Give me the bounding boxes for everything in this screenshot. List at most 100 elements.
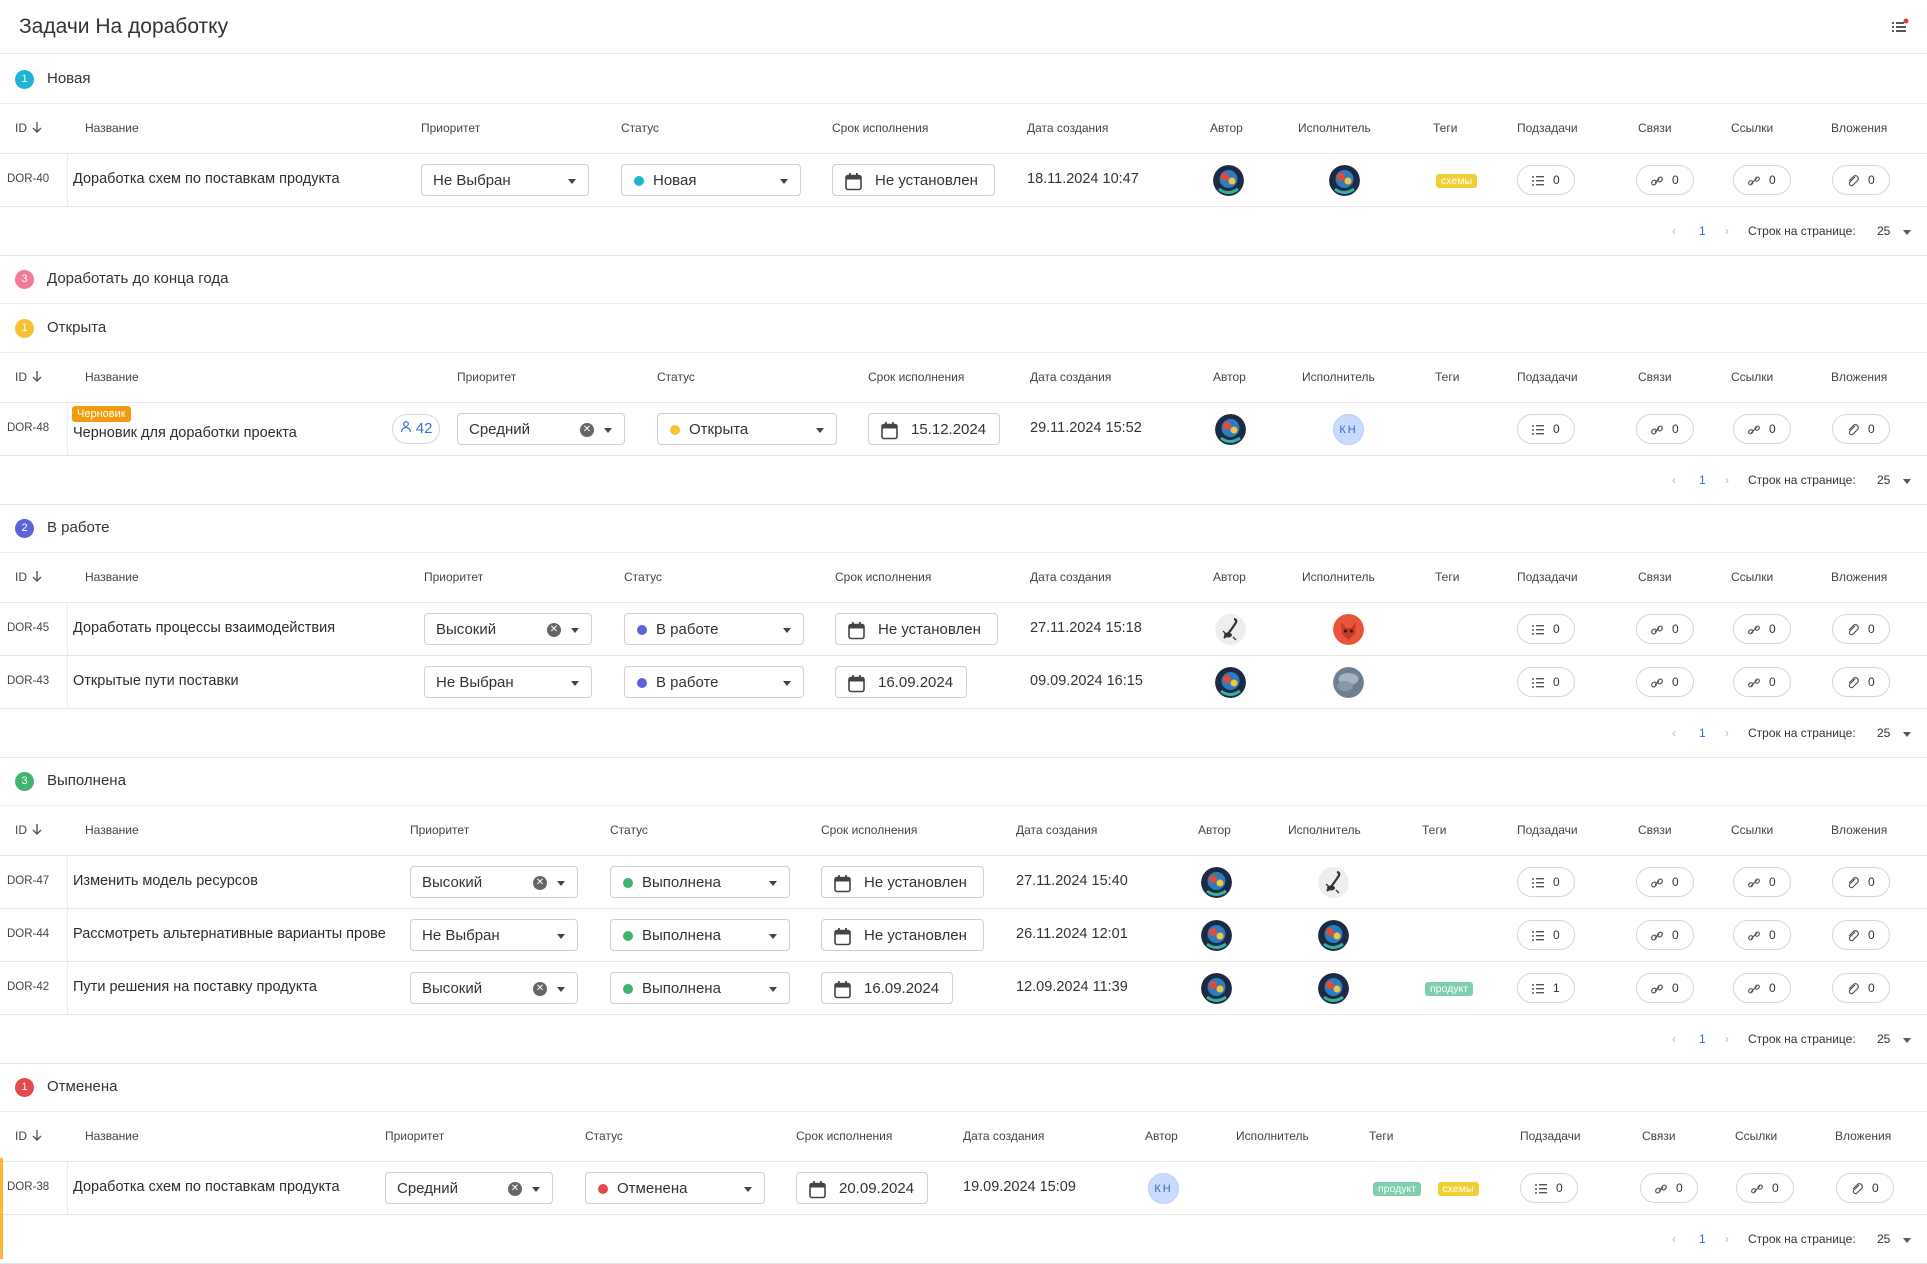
table-row[interactable]: DOR-40 Доработка схем по поставкам продук… <box>0 154 1927 207</box>
column-header-attachments[interactable]: Вложения <box>1831 823 1887 837</box>
task-id[interactable]: DOR-42 <box>7 981 49 993</box>
table-row[interactable]: DOR-44 Рассмотреть альтернативные вариант… <box>0 909 1927 962</box>
attachments-counter[interactable]: 0 <box>1832 973 1890 1003</box>
status-select[interactable]: Выполнена <box>610 919 790 951</box>
priority-select[interactable]: Высокий ✕ <box>410 866 578 898</box>
column-header-assignee[interactable]: Исполнитель <box>1288 823 1361 837</box>
page-number[interactable]: 1 <box>1699 726 1706 740</box>
priority-select[interactable]: Не Выбран <box>410 919 578 951</box>
task-id[interactable]: DOR-38 <box>7 1181 49 1193</box>
task-name[interactable]: Доработать процессы взаимодействия <box>73 620 335 636</box>
column-header-status[interactable]: Статус <box>610 823 648 837</box>
sort-icon[interactable] <box>31 570 43 585</box>
column-header-subtasks[interactable]: Подзадачи <box>1517 370 1578 384</box>
chevron-down-icon[interactable] <box>1903 732 1911 737</box>
column-header-created[interactable]: Дата создания <box>963 1129 1044 1143</box>
deadline-picker[interactable]: 15.12.2024 <box>868 413 1000 445</box>
prev-page-button[interactable]: ‹ <box>1672 473 1676 487</box>
assignee-fox-avatar[interactable] <box>1333 614 1364 645</box>
task-name[interactable]: Доработка схем по поставкам продукта <box>73 1179 340 1195</box>
status-select[interactable]: В работе <box>624 666 804 698</box>
column-header-links[interactable]: Связи <box>1638 823 1672 837</box>
column-header-id[interactable]: ID <box>15 823 43 838</box>
tag-badge[interactable]: схемы <box>1436 174 1477 188</box>
task-name[interactable]: Черновик для доработки проекта <box>73 425 297 441</box>
column-header-subtasks[interactable]: Подзадачи <box>1517 121 1578 135</box>
watchers-chip[interactable]: 42 <box>392 414 440 444</box>
task-id[interactable]: DOR-43 <box>7 675 49 687</box>
links-counter[interactable]: 0 <box>1640 1173 1698 1203</box>
subtasks-counter[interactable]: 1 <box>1517 973 1575 1003</box>
assignee-cloud-avatar[interactable] <box>1333 667 1364 698</box>
priority-select[interactable]: Не Выбран <box>424 666 592 698</box>
sort-icon[interactable] <box>31 370 43 385</box>
deadline-picker[interactable]: 16.09.2024 <box>835 666 967 698</box>
author-robot-avatar[interactable] <box>1213 165 1244 196</box>
group-header-backlog[interactable]: 3 Доработать до конца года <box>0 255 1927 304</box>
table-row[interactable]: DOR-47 Изменить модель ресурсов Высокий ✕ Вы… <box>0 856 1927 909</box>
column-header-name[interactable]: Название <box>85 121 139 135</box>
refs-counter[interactable]: 0 <box>1736 1173 1794 1203</box>
column-header-attachments[interactable]: Вложения <box>1831 370 1887 384</box>
column-header-author[interactable]: Автор <box>1210 121 1243 135</box>
links-counter[interactable]: 0 <box>1636 414 1694 444</box>
column-header-refs[interactable]: Ссылки <box>1731 370 1773 384</box>
group-header-cancel[interactable]: 1 Отменена <box>0 1063 1927 1112</box>
column-header-tags[interactable]: Теги <box>1433 121 1457 135</box>
column-header-attachments[interactable]: Вложения <box>1835 1129 1891 1143</box>
column-header-id[interactable]: ID <box>15 570 43 585</box>
clear-icon[interactable]: ✕ <box>547 623 561 637</box>
column-header-links[interactable]: Связи <box>1638 570 1672 584</box>
refs-counter[interactable]: 0 <box>1733 973 1791 1003</box>
assignee-robot-avatar[interactable] <box>1318 973 1349 1004</box>
deadline-picker[interactable]: Не установлен <box>832 164 995 196</box>
deadline-picker[interactable]: Не установлен <box>821 866 984 898</box>
column-header-tags[interactable]: Теги <box>1369 1129 1393 1143</box>
group-header-inwork[interactable]: 2 В работе <box>0 504 1927 553</box>
tag-badge[interactable]: схемы <box>1437 1182 1479 1196</box>
column-header-refs[interactable]: Ссылки <box>1731 121 1773 135</box>
sort-icon[interactable] <box>31 1129 43 1144</box>
next-page-button[interactable]: › <box>1725 726 1729 740</box>
column-header-name[interactable]: Название <box>85 1129 139 1143</box>
attachments-counter[interactable]: 0 <box>1832 667 1890 697</box>
prev-page-button[interactable]: ‹ <box>1672 224 1676 238</box>
refs-counter[interactable]: 0 <box>1733 414 1791 444</box>
task-name[interactable]: Пути решения на поставку продукта <box>73 979 317 995</box>
task-name[interactable]: Доработка схем по поставкам продукта <box>73 171 340 187</box>
table-row[interactable]: DOR-45 Доработать процессы взаимодействия… <box>0 603 1927 656</box>
attachments-counter[interactable]: 0 <box>1832 165 1890 195</box>
column-header-subtasks[interactable]: Подзадачи <box>1520 1129 1581 1143</box>
task-name[interactable]: Открытые пути поставки <box>73 673 239 689</box>
sort-icon[interactable] <box>31 823 43 838</box>
author-robot-avatar[interactable] <box>1215 667 1246 698</box>
refs-counter[interactable]: 0 <box>1733 667 1791 697</box>
attachments-counter[interactable]: 0 <box>1832 867 1890 897</box>
subtasks-counter[interactable]: 0 <box>1520 1173 1578 1203</box>
column-header-priority[interactable]: Приоритет <box>457 370 516 384</box>
rows-per-page-select[interactable]: 25 <box>1877 726 1890 740</box>
column-header-assignee[interactable]: Исполнитель <box>1302 570 1375 584</box>
column-header-created[interactable]: Дата создания <box>1027 121 1108 135</box>
list-settings-icon[interactable] <box>1891 18 1909 36</box>
prev-page-button[interactable]: ‹ <box>1672 1032 1676 1046</box>
rows-per-page-select[interactable]: 25 <box>1877 1232 1890 1246</box>
column-header-attachments[interactable]: Вложения <box>1831 570 1887 584</box>
clear-icon[interactable]: ✕ <box>533 876 547 890</box>
column-header-priority[interactable]: Приоритет <box>385 1129 444 1143</box>
subtasks-counter[interactable]: 0 <box>1517 867 1575 897</box>
clear-icon[interactable]: ✕ <box>533 982 547 996</box>
page-number[interactable]: 1 <box>1699 1232 1706 1246</box>
next-page-button[interactable]: › <box>1725 224 1729 238</box>
links-counter[interactable]: 0 <box>1636 667 1694 697</box>
column-header-links[interactable]: Связи <box>1638 121 1672 135</box>
group-header-done[interactable]: 3 Выполнена <box>0 757 1927 806</box>
column-header-tags[interactable]: Теги <box>1435 570 1459 584</box>
column-header-refs[interactable]: Ссылки <box>1735 1129 1777 1143</box>
column-header-links[interactable]: Связи <box>1642 1129 1676 1143</box>
status-select[interactable]: Отменена <box>585 1172 765 1204</box>
attachments-counter[interactable]: 0 <box>1836 1173 1894 1203</box>
column-header-status[interactable]: Статус <box>621 121 659 135</box>
status-select[interactable]: Выполнена <box>610 972 790 1004</box>
assignee-scorpion-avatar[interactable] <box>1318 867 1349 898</box>
